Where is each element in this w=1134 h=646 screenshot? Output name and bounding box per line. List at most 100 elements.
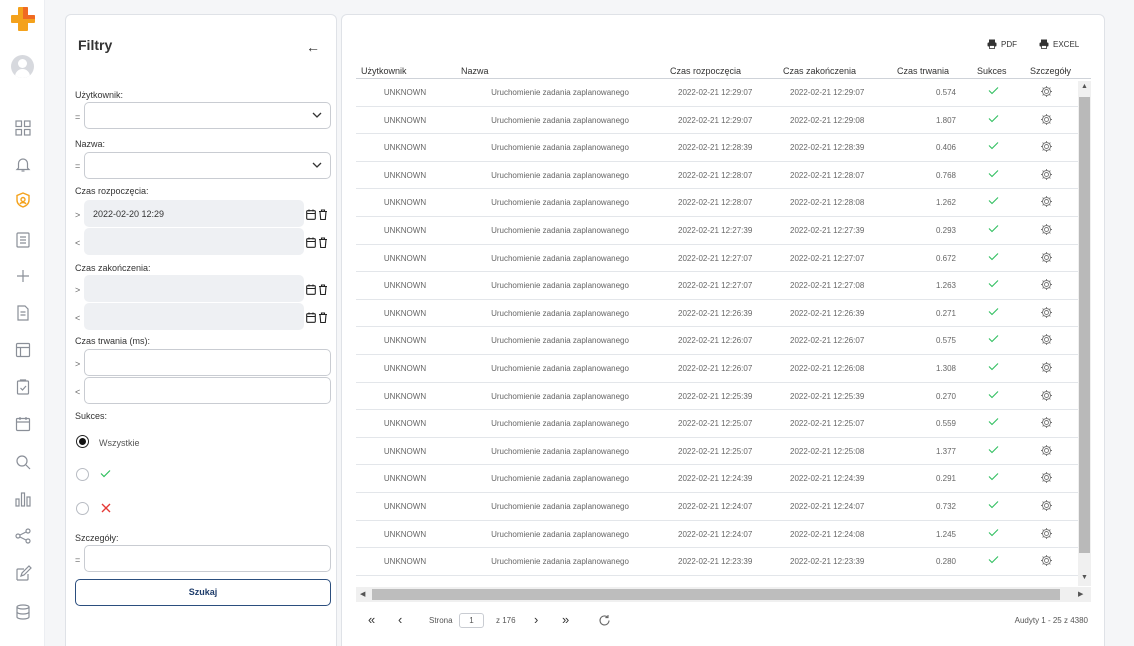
horizontal-scroll-thumb[interactable] [372, 589, 1060, 600]
gear-icon[interactable] [1040, 140, 1053, 155]
check-icon [988, 279, 999, 290]
gear-icon[interactable] [1040, 471, 1053, 486]
table-row[interactable]: UNKNOWN Uruchomienie zadania zaplanowaneg… [356, 383, 1078, 411]
table-row[interactable]: UNKNOWN Uruchomienie zadania zaplanowaneg… [356, 134, 1078, 162]
last-page-button[interactable]: » [562, 612, 569, 627]
column-header-duration[interactable]: Czas trwania [897, 66, 949, 76]
calendar-icon[interactable] [306, 209, 316, 220]
gear-icon[interactable] [1040, 416, 1053, 431]
database-icon[interactable] [14, 603, 32, 621]
layout-icon[interactable] [14, 341, 32, 359]
start-lt-field[interactable] [84, 228, 304, 255]
table-row[interactable]: UNKNOWN Uruchomienie zadania zaplanowaneg… [356, 438, 1078, 466]
gear-icon[interactable] [1040, 306, 1053, 321]
vertical-scroll-thumb[interactable] [1079, 97, 1090, 553]
pdf-export-button[interactable]: PDF [987, 39, 1017, 49]
table-row[interactable]: UNKNOWN Uruchomienie zadania zaplanowaneg… [356, 217, 1078, 245]
bell-icon[interactable] [14, 155, 32, 173]
edit-icon[interactable] [14, 565, 32, 583]
table-row[interactable]: UNKNOWN Uruchomienie zadania zaplanowaneg… [356, 162, 1078, 190]
calendar-icon[interactable] [306, 237, 316, 248]
vertical-scrollbar[interactable]: ▲ ▼ [1078, 81, 1091, 586]
table-row[interactable]: UNKNOWN Uruchomienie zadania zaplanowaneg… [356, 245, 1078, 273]
gear-icon[interactable] [1040, 389, 1053, 404]
success-yes-radio[interactable] [76, 468, 89, 481]
gear-icon[interactable] [1040, 85, 1053, 100]
first-page-button[interactable]: « [368, 612, 375, 627]
table-row[interactable]: UNKNOWN Uruchomienie zadania zaplanowaneg… [356, 272, 1078, 300]
back-arrow-icon[interactable]: ← [306, 39, 320, 55]
bar-chart-icon[interactable] [14, 490, 32, 508]
search-button[interactable]: Szukaj [75, 579, 331, 606]
logo-icon[interactable] [10, 6, 36, 32]
table-row[interactable]: UNKNOWN Uruchomienie zadania zaplanowaneg… [356, 410, 1078, 438]
table-row[interactable]: UNKNOWN Uruchomienie zadania zaplanowaneg… [356, 189, 1078, 217]
cell-name: Uruchomienie zadania zaplanowanego [491, 308, 629, 318]
gear-icon[interactable] [1040, 527, 1053, 542]
duration-gt-input[interactable] [84, 349, 331, 376]
avatar[interactable] [11, 55, 34, 78]
trash-icon[interactable] [318, 284, 328, 295]
list-icon[interactable] [14, 231, 32, 249]
end-lt-field[interactable] [84, 303, 304, 330]
table-row[interactable]: UNKNOWN Uruchomienie zadania zaplanowaneg… [356, 355, 1078, 383]
scroll-left-icon[interactable]: ◀ [360, 590, 365, 598]
shield-icon[interactable] [14, 191, 32, 209]
calendar-icon[interactable] [14, 415, 32, 433]
search-icon[interactable] [14, 453, 32, 471]
table-row[interactable]: UNKNOWN Uruchomienie zadania zaplanowaneg… [356, 548, 1078, 576]
column-header-success[interactable]: Sukces [977, 66, 1007, 76]
table-row[interactable]: UNKNOWN Uruchomienie zadania zaplanowaneg… [356, 521, 1078, 549]
document-icon[interactable] [14, 304, 32, 322]
scroll-down-icon[interactable]: ▼ [1081, 574, 1088, 581]
next-page-button[interactable]: › [534, 612, 538, 627]
start-gt-field[interactable]: 2022-02-20 12:29 [84, 200, 304, 227]
gear-icon[interactable] [1040, 278, 1053, 293]
column-header-details[interactable]: Szczegóły [1030, 66, 1071, 76]
gear-icon[interactable] [1040, 195, 1053, 210]
gear-icon[interactable] [1040, 444, 1053, 459]
column-header-name[interactable]: Nazwa [461, 66, 489, 76]
gear-icon[interactable] [1040, 223, 1053, 238]
table-row[interactable]: UNKNOWN Uruchomienie zadania zaplanowaneg… [356, 79, 1078, 107]
dashboard-icon[interactable] [14, 119, 32, 137]
page-input[interactable]: 1 [459, 613, 484, 628]
column-header-end[interactable]: Czas zakończenia [783, 66, 856, 76]
share-icon[interactable] [14, 527, 32, 545]
table-row[interactable]: UNKNOWN Uruchomienie zadania zaplanowaneg… [356, 327, 1078, 355]
calendar-icon[interactable] [306, 284, 316, 295]
user-select[interactable] [84, 102, 331, 129]
gear-icon[interactable] [1040, 333, 1053, 348]
plus-icon[interactable] [14, 267, 32, 285]
gear-icon[interactable] [1040, 168, 1053, 183]
gear-icon[interactable] [1040, 251, 1053, 266]
trash-icon[interactable] [318, 237, 328, 248]
excel-export-button[interactable]: EXCEL [1039, 39, 1079, 49]
gear-icon[interactable] [1040, 361, 1053, 376]
page-count: z 176 [496, 616, 516, 625]
scroll-right-icon[interactable]: ▶ [1078, 590, 1083, 598]
table-row[interactable]: UNKNOWN Uruchomienie zadania zaplanowaneg… [356, 493, 1078, 521]
table-row[interactable]: UNKNOWN Uruchomienie zadania zaplanowaneg… [356, 300, 1078, 328]
table-row[interactable]: UNKNOWN Uruchomienie zadania zaplanowaneg… [356, 107, 1078, 135]
column-header-start[interactable]: Czas rozpoczęcia [670, 66, 741, 76]
end-gt-field[interactable] [84, 275, 304, 302]
scroll-up-icon[interactable]: ▲ [1081, 83, 1088, 90]
gear-icon[interactable] [1040, 554, 1053, 569]
trash-icon[interactable] [318, 312, 328, 323]
column-header-user[interactable]: Użytkownik [361, 66, 407, 76]
gear-icon[interactable] [1040, 499, 1053, 514]
calendar-icon[interactable] [306, 312, 316, 323]
duration-lt-input[interactable] [84, 377, 331, 404]
clipboard-check-icon[interactable] [14, 378, 32, 396]
horizontal-scrollbar[interactable]: ◀ ▶ [356, 587, 1091, 602]
trash-icon[interactable] [318, 209, 328, 220]
success-all-radio[interactable] [76, 435, 89, 448]
prev-page-button[interactable]: ‹ [398, 612, 402, 627]
table-row[interactable]: UNKNOWN Uruchomienie zadania zaplanowaneg… [356, 465, 1078, 493]
name-select[interactable] [84, 152, 331, 179]
gear-icon[interactable] [1040, 113, 1053, 128]
refresh-icon[interactable] [598, 614, 611, 627]
success-no-radio[interactable] [76, 502, 89, 515]
details-input[interactable] [84, 545, 331, 572]
